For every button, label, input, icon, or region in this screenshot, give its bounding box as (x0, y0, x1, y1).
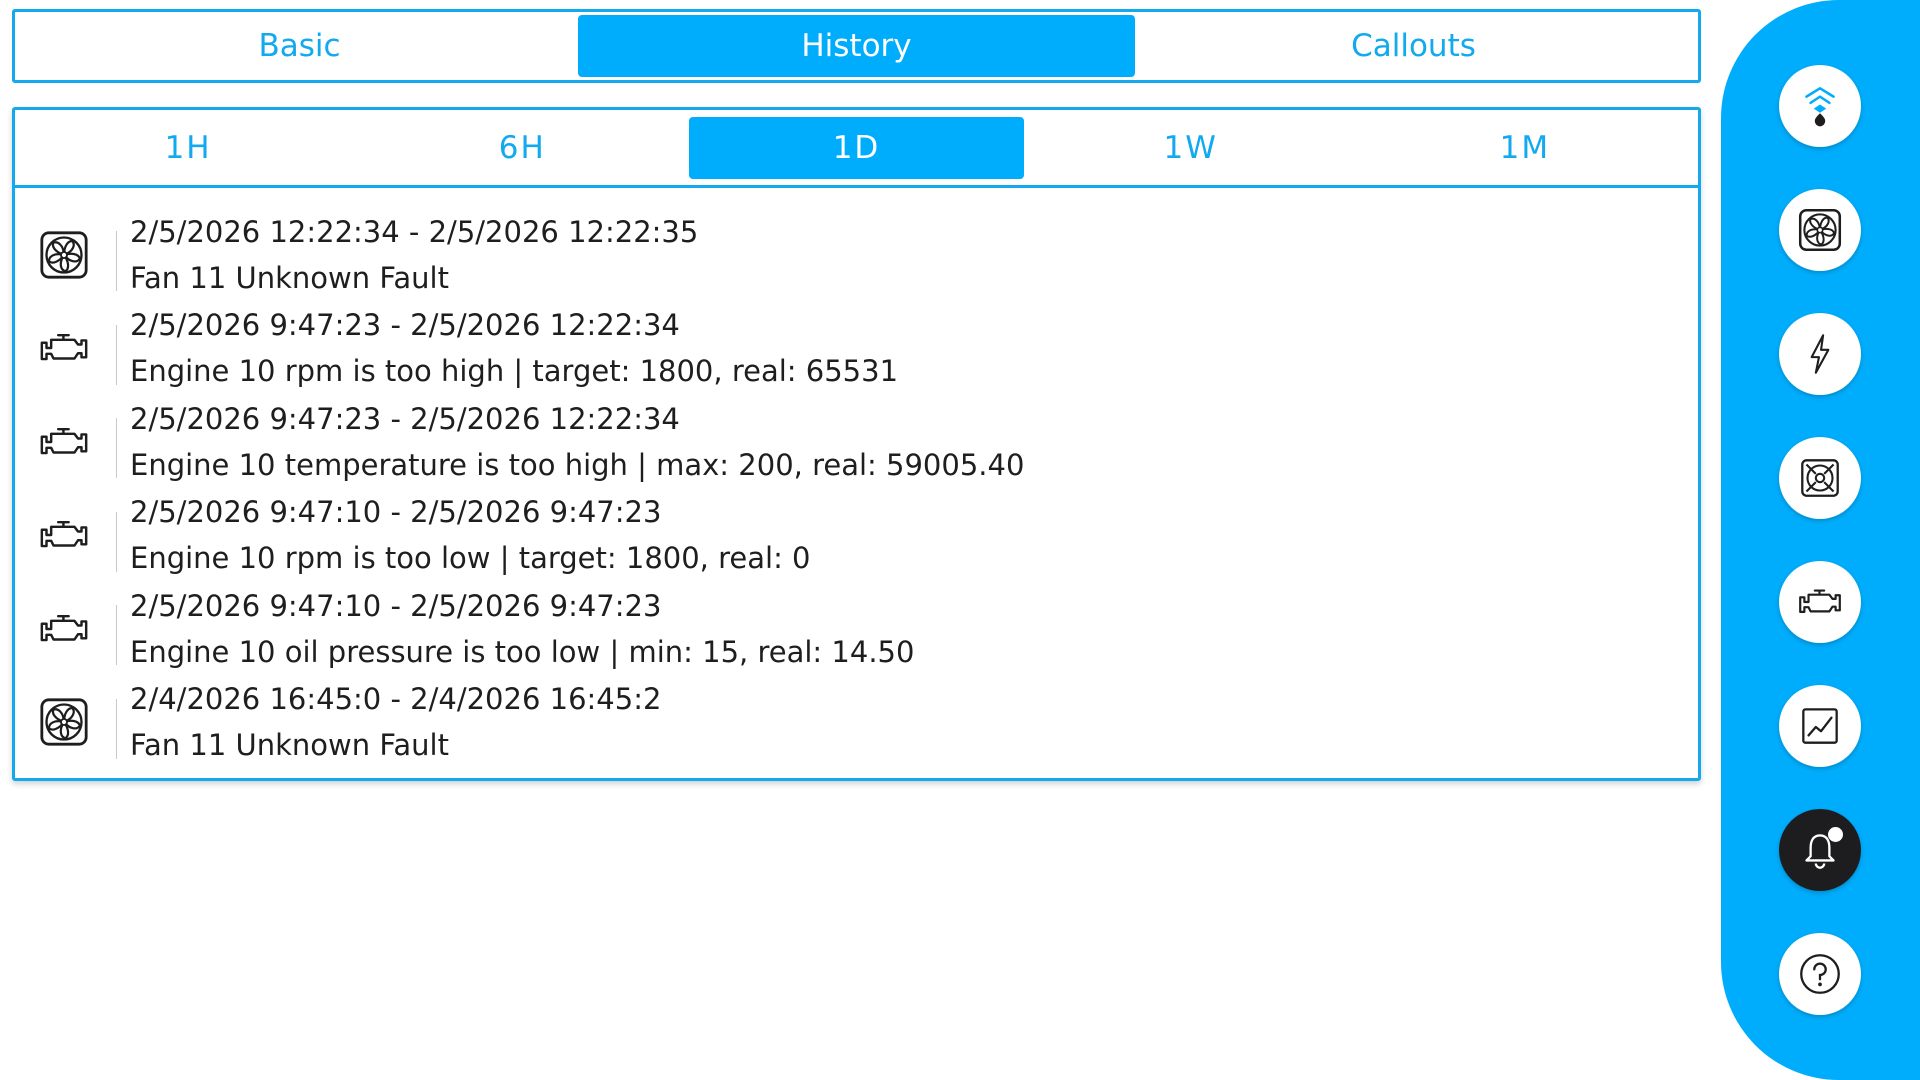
alarm-text: 2/5/2026 9:47:23 - 2/5/2026 12:22:34 Eng… (130, 302, 898, 394)
alarm-time: 2/5/2026 9:47:23 - 2/5/2026 12:22:34 (130, 401, 680, 436)
fan-icon (1798, 208, 1842, 252)
signal-drop-icon (1805, 87, 1835, 127)
top-tab-bar: Basic History Callouts (12, 9, 1701, 83)
engine-icon (1799, 589, 1841, 613)
alarm-row[interactable]: 2/5/2026 9:47:23 - 2/5/2026 12:22:34 Eng… (15, 302, 1698, 396)
alarm-row[interactable]: 2/4/2026 16:45:0 - 2/4/2026 16:45:2 Fan … (15, 676, 1698, 770)
time-range-bar: 1H 6H 1D 1W 1M (15, 110, 1698, 188)
alarm-time: 2/5/2026 9:47:10 - 2/5/2026 9:47:23 (130, 495, 662, 530)
alarm-row[interactable]: 2/5/2026 9:47:10 - 2/5/2026 9:47:23 Engi… (15, 582, 1698, 676)
notification-badge (1828, 827, 1843, 842)
alarm-text: 2/4/2026 16:45:0 - 2/4/2026 16:45:2 Fan … (130, 676, 661, 768)
row-divider (116, 324, 117, 385)
alarm-message: Fan 11 Unknown Fault (130, 260, 449, 295)
nav-pump-button[interactable] (1779, 437, 1861, 519)
row-divider (116, 231, 117, 291)
row-divider (116, 698, 117, 759)
nav-fan-button[interactable] (1779, 189, 1861, 271)
row-divider (116, 418, 117, 478)
alarm-text: 2/5/2026 9:47:10 - 2/5/2026 9:47:23 Engi… (130, 583, 914, 675)
row-divider (116, 511, 117, 572)
help-icon (1800, 954, 1840, 994)
tab-history[interactable]: History (578, 15, 1135, 77)
alarm-message: Engine 10 rpm is too low | target: 1800,… (130, 541, 811, 576)
pump-icon (1801, 459, 1839, 497)
nav-help-button[interactable] (1779, 933, 1861, 1015)
engine-icon (35, 319, 93, 377)
fan-icon (35, 693, 93, 751)
chart-icon (1802, 708, 1838, 744)
alarm-message: Fan 11 Unknown Fault (130, 728, 449, 763)
tab-basic[interactable]: Basic (21, 15, 578, 77)
alarm-message: Engine 10 oil pressure is too low | min:… (130, 634, 915, 669)
nav-signal-button[interactable] (1779, 65, 1861, 147)
engine-icon (35, 506, 93, 564)
alarm-row[interactable]: 2/5/2026 9:47:23 - 2/5/2026 12:22:34 Eng… (15, 395, 1698, 489)
fan-icon (35, 226, 93, 284)
history-panel: 1H 6H 1D 1W 1M 2/5/2026 12:22:34 - 2/5/2… (12, 107, 1701, 781)
nav-engine-button[interactable] (1779, 561, 1861, 643)
alarm-time: 2/4/2026 16:45:0 - 2/4/2026 16:45:2 (130, 682, 662, 717)
nav-chart-button[interactable] (1779, 685, 1861, 767)
range-6h[interactable]: 6H (355, 117, 689, 179)
engine-icon (35, 600, 93, 658)
nav-alarms-button[interactable] (1779, 809, 1861, 891)
right-nav-sidebar (1721, 0, 1920, 1080)
alarm-text: 2/5/2026 9:47:23 - 2/5/2026 12:22:34 Eng… (130, 396, 1024, 488)
alarm-time: 2/5/2026 12:22:34 - 2/5/2026 12:22:35 (130, 214, 699, 249)
alarm-time: 2/5/2026 9:47:10 - 2/5/2026 9:47:23 (130, 588, 662, 623)
alarm-row[interactable]: 2/5/2026 12:22:34 - 2/5/2026 12:22:35 Fa… (15, 208, 1698, 302)
range-1d[interactable]: 1D (689, 116, 1024, 179)
alarm-list: 2/5/2026 12:22:34 - 2/5/2026 12:22:35 Fa… (15, 188, 1698, 769)
engine-icon (35, 413, 93, 471)
alarm-text: 2/5/2026 9:47:10 - 2/5/2026 9:47:23 Engi… (130, 489, 811, 581)
tab-callouts[interactable]: Callouts (1135, 15, 1692, 77)
alarm-time: 2/5/2026 9:47:23 - 2/5/2026 12:22:34 (130, 308, 680, 343)
range-1w[interactable]: 1W (1024, 117, 1358, 179)
lightning-icon (1810, 334, 1830, 374)
alarm-text: 2/5/2026 12:22:34 - 2/5/2026 12:22:35 Fa… (130, 209, 698, 301)
alarm-row[interactable]: 2/5/2026 9:47:10 - 2/5/2026 9:47:23 Engi… (15, 489, 1698, 583)
alarm-message: Engine 10 rpm is too high | target: 1800… (130, 354, 899, 389)
range-1m[interactable]: 1M (1358, 117, 1692, 179)
range-1h[interactable]: 1H (21, 117, 355, 179)
alarm-message: Engine 10 temperature is too high | max:… (130, 447, 1025, 482)
row-divider (116, 605, 117, 665)
nav-power-button[interactable] (1779, 313, 1861, 395)
